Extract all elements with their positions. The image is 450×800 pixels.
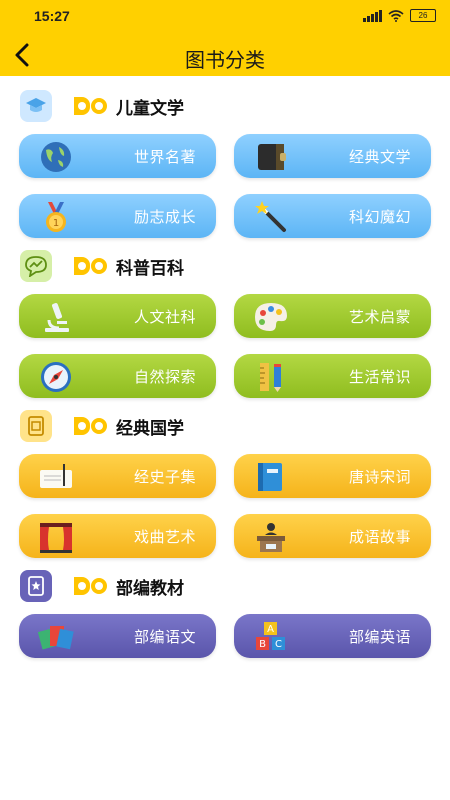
category-label: 唐诗宋词 <box>348 468 411 486</box>
palette-icon <box>255 303 287 331</box>
svg-text:C: C <box>275 639 282 650</box>
ruler-pencil-icon <box>260 363 281 392</box>
section-title: 科普百科 <box>116 258 184 279</box>
category-card-classics-collection[interactable]: 经史子集 <box>19 454 216 498</box>
svg-text:A: A <box>267 624 274 635</box>
scroll-icon <box>40 464 72 488</box>
category-card-sci-fi-fantasy[interactable]: 科幻魔幻 <box>234 194 431 238</box>
status-time: 15:27 <box>34 8 70 24</box>
notebook-icon <box>258 463 282 491</box>
microscope-icon <box>45 303 69 332</box>
compass-icon <box>41 362 71 392</box>
category-label: 科幻魔幻 <box>348 208 411 226</box>
category-card-inspirational-growth[interactable]: 1 励志成长 <box>19 194 216 238</box>
section-header-chinese-classics: 经典国学 <box>20 410 184 442</box>
signal-icon <box>363 9 382 22</box>
category-label: 艺术启蒙 <box>348 308 411 326</box>
category-label: 经典文学 <box>348 148 411 166</box>
nav-bar: 图书分类 <box>0 34 450 76</box>
page-title: 图书分类 <box>185 48 265 72</box>
category-card-textbook-chinese[interactable]: 部编语文 <box>19 614 216 658</box>
graduation-cap-icon <box>20 90 52 122</box>
svg-text:1: 1 <box>53 218 59 229</box>
category-card-textbook-english[interactable]: ABC 部编英语 <box>234 614 431 658</box>
category-label: 戏曲艺术 <box>133 528 196 546</box>
abc-blocks-icon: AB C <box>256 622 285 650</box>
category-label: 世界名著 <box>133 148 196 166</box>
category-card-art-enlightenment[interactable]: 艺术启蒙 <box>234 294 431 338</box>
category-card-opera-art[interactable]: 戏曲艺术 <box>19 514 216 558</box>
category-label: 励志成长 <box>133 208 196 226</box>
section-logo-icon <box>74 257 108 275</box>
category-label: 人文社科 <box>133 308 196 326</box>
status-bar: 15:27 26 <box>0 0 450 34</box>
section-header-textbooks: 部编教材 <box>20 570 184 602</box>
category-label: 成语故事 <box>348 528 411 546</box>
category-label: 部编语文 <box>133 628 196 646</box>
section-logo-icon <box>74 577 108 595</box>
chart-bubble-icon <box>20 250 52 282</box>
category-label: 生活常识 <box>348 368 411 386</box>
category-label: 自然探索 <box>133 368 196 386</box>
category-card-idiom-stories[interactable]: 成语故事 <box>234 514 431 558</box>
section-logo-icon <box>74 417 108 435</box>
svg-text:B: B <box>259 639 266 650</box>
category-card-nature-exploration[interactable]: 自然探索 <box>19 354 216 398</box>
section-title: 儿童文学 <box>116 98 184 119</box>
star-book-icon <box>20 570 52 602</box>
category-card-life-knowledge[interactable]: 生活常识 <box>234 354 431 398</box>
books-icon <box>37 626 74 650</box>
book-icon <box>258 144 286 170</box>
category-label: 部编英语 <box>348 628 411 646</box>
battery-icon: 26 <box>410 9 436 22</box>
category-card-classic-literature[interactable]: 经典文学 <box>234 134 431 178</box>
category-label: 经史子集 <box>133 468 196 486</box>
section-header-popular-science: 科普百科 <box>20 250 184 282</box>
section-title: 部编教材 <box>116 578 184 599</box>
status-icons: 26 <box>363 9 436 22</box>
wifi-icon <box>388 9 404 22</box>
category-card-humanities[interactable]: 人文社科 <box>19 294 216 338</box>
section-header-children-literature: 儿童文学 <box>20 90 184 122</box>
medal-icon: 1 <box>46 202 66 232</box>
storyteller-icon <box>257 523 285 552</box>
section-title: 经典国学 <box>116 418 184 439</box>
category-card-tang-song-poetry[interactable]: 唐诗宋词 <box>234 454 431 498</box>
theater-stage-icon <box>40 523 72 553</box>
section-logo-icon <box>74 97 108 115</box>
category-card-world-classics[interactable]: 世界名著 <box>19 134 216 178</box>
globe-icon <box>41 142 71 172</box>
magic-wand-icon <box>255 201 286 232</box>
book-frame-icon <box>20 410 52 442</box>
